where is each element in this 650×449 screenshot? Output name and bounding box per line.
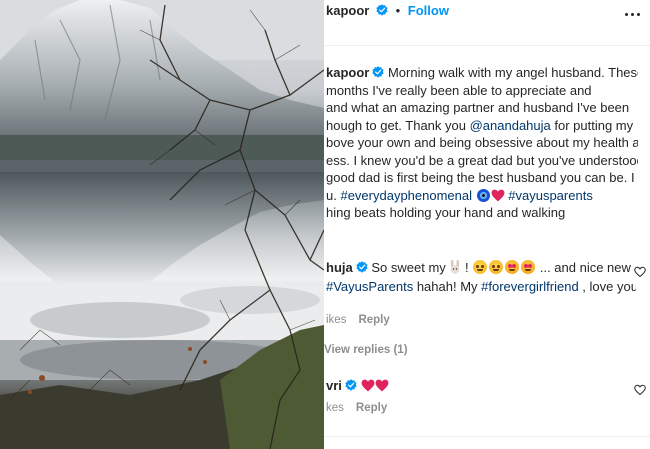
face-emoji bbox=[473, 260, 488, 274]
verified-badge-icon bbox=[372, 66, 385, 78]
view-replies-button[interactable]: View replies (1) bbox=[324, 344, 408, 356]
comment-meta: kes Reply bbox=[326, 402, 387, 414]
comment-username[interactable]: vri bbox=[326, 378, 342, 393]
red-heart-emoji bbox=[375, 379, 388, 392]
comment-item: vri bbox=[326, 377, 636, 395]
comment-item: huja So sweet my ! ... and nice new #Vay… bbox=[326, 259, 636, 295]
caption-text-line: hough to get. Thank you bbox=[326, 117, 470, 133]
divider bbox=[324, 436, 650, 437]
comment-text: So sweet my bbox=[371, 260, 450, 275]
post-details-panel: kapoor • Follow kapoor Morning walk with… bbox=[324, 0, 650, 449]
comment-likes-count[interactable]: kes bbox=[326, 402, 344, 414]
red-heart-emoji bbox=[361, 379, 374, 392]
hashtag-link[interactable]: #everydayphenomenal bbox=[340, 188, 472, 203]
caption-text-line: u. bbox=[326, 187, 341, 203]
red-heart-emoji bbox=[491, 189, 505, 201]
like-comment-heart-icon[interactable] bbox=[634, 266, 646, 278]
comment-text: hahah! My bbox=[413, 278, 482, 294]
caption-text-line: good dad is first being the best husband… bbox=[326, 170, 635, 185]
mountain-lake-photo bbox=[0, 0, 324, 449]
more-options-icon[interactable] bbox=[624, 9, 642, 19]
mention-link[interactable]: @anandahuja bbox=[470, 118, 551, 133]
header-separator: • bbox=[395, 3, 401, 18]
evil-eye-emoji bbox=[476, 188, 490, 202]
post-header: kapoor • Follow bbox=[324, 0, 650, 46]
verified-badge-icon bbox=[376, 4, 388, 16]
heart-eyes-emoji bbox=[505, 260, 520, 274]
reply-button[interactable]: Reply bbox=[358, 314, 389, 326]
comment-text: ! bbox=[461, 260, 473, 275]
post-photo[interactable] bbox=[0, 0, 324, 449]
hashtag-link[interactable]: #forevergirlfriend bbox=[481, 279, 579, 294]
follow-button[interactable]: Follow bbox=[408, 3, 449, 18]
post-author-username[interactable]: kapoor bbox=[326, 3, 369, 18]
comment-likes-count[interactable]: ikes bbox=[326, 314, 346, 326]
comment-username[interactable]: huja bbox=[326, 260, 353, 275]
caption-author-username[interactable]: kapoor bbox=[326, 65, 369, 80]
caption-text-line: for putting my bbox=[550, 117, 634, 133]
caption-text-line: bove your own and being obsessive about … bbox=[326, 135, 638, 150]
comment-meta: ikes Reply bbox=[326, 314, 390, 326]
verified-badge-icon bbox=[345, 379, 357, 391]
reply-button[interactable]: Reply bbox=[356, 402, 387, 414]
post-caption: kapoor Morning walk with my angel husban… bbox=[326, 64, 638, 204]
verified-badge-icon bbox=[356, 261, 368, 273]
like-comment-heart-icon[interactable] bbox=[634, 384, 646, 396]
face-emoji bbox=[489, 260, 504, 274]
bunny-emoji bbox=[451, 260, 460, 274]
hashtag-link[interactable]: #VayusParents bbox=[326, 279, 413, 294]
caption-text-line: hing beats holding your hand and walking bbox=[326, 205, 566, 220]
caption-text-line: ess. I knew you'd be a great dad but you… bbox=[326, 152, 638, 168]
comment-text: ... and nice new bbox=[536, 260, 631, 275]
heart-eyes-emoji bbox=[521, 260, 536, 274]
caption-text-line: Morning walk with my angel husband. Thes… bbox=[387, 65, 638, 80]
caption-text-line: and what an amazing partner and husband … bbox=[326, 100, 630, 115]
caption-text-line: months I've really been able to apprecia… bbox=[326, 82, 592, 98]
hashtag-link[interactable]: #vayusparents bbox=[508, 188, 593, 203]
comment-text: , love you bbox=[578, 278, 636, 294]
